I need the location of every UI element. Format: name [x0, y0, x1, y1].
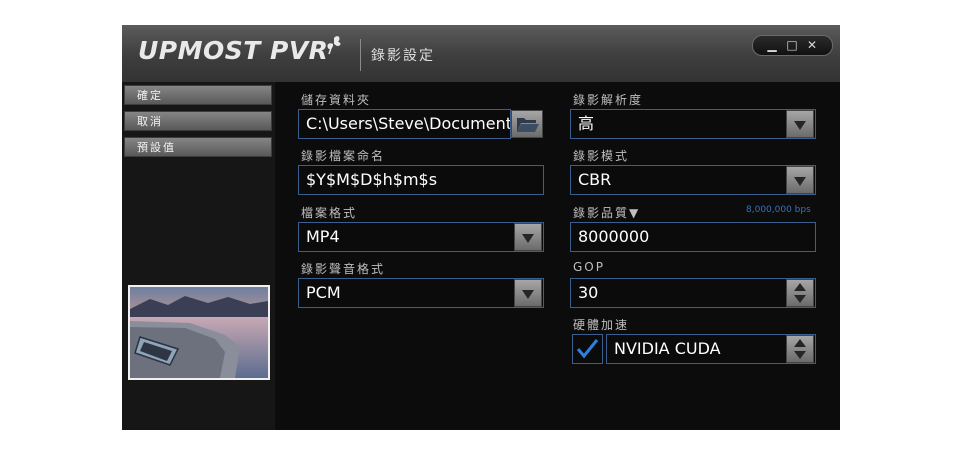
file-format-dropdown-button[interactable]	[514, 223, 542, 251]
arrow-down-icon[interactable]	[794, 351, 806, 359]
butterfly-icon	[327, 36, 341, 55]
resolution-dropdown-button[interactable]	[786, 110, 814, 138]
folder-open-icon	[517, 118, 539, 132]
sidebar: 確定 取消 預設值	[122, 82, 275, 430]
title-bar[interactable]: UPMOST PVR 錄影設定 ▁ □ ✕	[122, 25, 840, 82]
audio-format-dropdown-button[interactable]	[514, 279, 542, 307]
gop-label: GOP	[573, 260, 605, 274]
resolution-label: 錄影解析度	[573, 93, 644, 107]
cancel-button[interactable]: 取消	[124, 111, 272, 131]
mode-label: 錄影模式	[573, 149, 630, 163]
lake-boat-image	[130, 287, 268, 378]
resolution-select[interactable]: 高	[570, 109, 816, 139]
checkmark-icon	[576, 339, 599, 359]
window-title: 錄影設定	[371, 48, 435, 64]
gop-field[interactable]: 30	[570, 278, 816, 308]
mode-dropdown-button[interactable]	[786, 166, 814, 194]
hw-accel-checkbox[interactable]	[572, 334, 603, 364]
close-button[interactable]: ✕	[801, 36, 823, 55]
filename-label: 錄影檔案命名	[301, 149, 386, 163]
hw-accel-select[interactable]: NVIDIA CUDA	[606, 334, 816, 364]
quality-field[interactable]: 8000000	[570, 222, 816, 252]
file-format-label: 檔案格式	[301, 206, 358, 220]
save-folder-label: 儲存資料夾	[301, 93, 372, 107]
maximize-button[interactable]: □	[781, 36, 803, 55]
file-format-select[interactable]: MP4	[298, 222, 544, 252]
arrow-up-icon[interactable]	[794, 283, 806, 291]
preview-thumbnail	[128, 285, 270, 380]
quality-bps-readout: 8,000,000 bps	[746, 205, 811, 215]
mode-select[interactable]: CBR	[570, 165, 816, 195]
window-controls: ▁ □ ✕	[752, 35, 833, 56]
audio-format-label: 錄影聲音格式	[301, 262, 386, 276]
app-logo: UPMOST PVR	[138, 36, 329, 65]
confirm-button[interactable]: 確定	[124, 85, 272, 105]
arrow-down-icon[interactable]	[794, 295, 806, 303]
filename-field[interactable]: $Y$M$D$h$m$s	[298, 165, 544, 195]
quality-label[interactable]: 錄影品質▼	[573, 204, 640, 221]
title-separator	[360, 39, 361, 71]
defaults-button[interactable]: 預設值	[124, 137, 272, 157]
app-window: UPMOST PVR 錄影設定 ▁ □ ✕ 確定 取消 預設值 儲存資料夾 C:…	[122, 25, 840, 430]
hw-accel-stepper[interactable]	[786, 335, 814, 363]
save-folder-field[interactable]: C:\Users\Steve\Documents	[298, 109, 511, 139]
browse-folder-button[interactable]	[511, 110, 543, 138]
minimize-button[interactable]: ▁	[761, 36, 783, 55]
arrow-up-icon[interactable]	[794, 339, 806, 347]
audio-format-select[interactable]: PCM	[298, 278, 544, 308]
gop-stepper[interactable]	[786, 279, 814, 307]
hw-accel-label: 硬體加速	[573, 318, 630, 332]
